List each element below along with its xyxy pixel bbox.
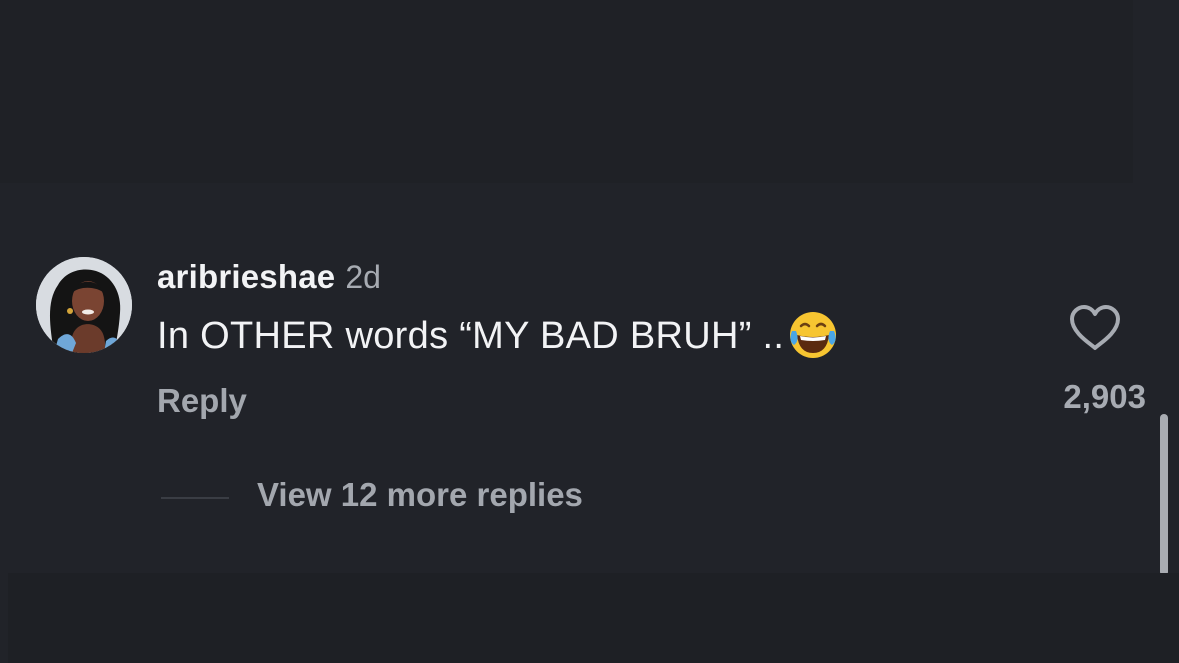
view-more-replies-button[interactable]: View 12 more replies xyxy=(257,476,583,514)
heart-outline-icon[interactable] xyxy=(1067,303,1123,353)
username[interactable]: aribrieshae xyxy=(157,258,335,296)
comment-screen: aribrieshae 2d In OTHER words “MY BAD BR… xyxy=(0,0,1179,663)
reply-button[interactable]: Reply xyxy=(157,382,247,420)
scroll-track-top xyxy=(1133,0,1179,183)
avatar-image xyxy=(36,257,132,353)
face-with-tears-of-joy-icon xyxy=(786,309,840,363)
previous-content-area xyxy=(0,0,1133,183)
avatar[interactable] xyxy=(36,257,132,353)
comment-header: aribrieshae 2d xyxy=(157,258,381,298)
like-count: 2,903 xyxy=(1063,378,1146,415)
scrollbar[interactable] xyxy=(1160,414,1168,576)
comment-text: In OTHER words “MY BAD BRUH” .. xyxy=(157,314,785,357)
next-content-area xyxy=(8,573,1179,663)
comment-body: In OTHER words “MY BAD BRUH” .. xyxy=(157,310,840,362)
replies-divider xyxy=(161,497,229,499)
timestamp: 2d xyxy=(345,259,381,295)
